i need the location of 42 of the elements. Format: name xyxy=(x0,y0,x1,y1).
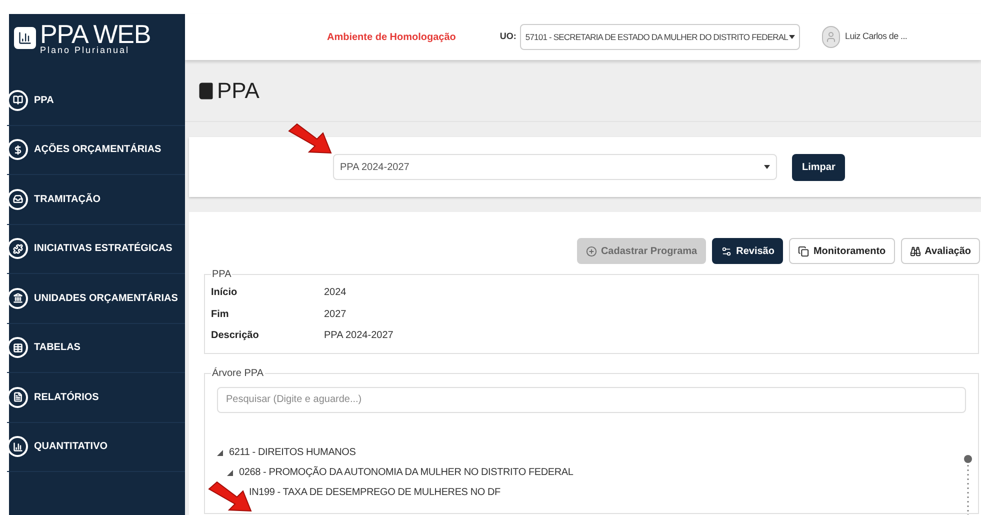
field-label: Fim xyxy=(211,308,230,322)
environment-label: Ambiente de Homologação xyxy=(327,30,456,44)
logo-subtitle: Plano Plurianual xyxy=(40,46,131,54)
user-name[interactable]: Luiz Carlos de ... xyxy=(844,30,908,44)
menu-icon xyxy=(7,139,28,160)
menu-icon xyxy=(7,188,28,210)
action-button[interactable]: Revisão xyxy=(712,238,784,264)
page-title: PPA xyxy=(217,77,260,105)
menu-icon xyxy=(7,238,28,260)
logo-icon xyxy=(14,27,36,49)
field-value: 2027 xyxy=(324,308,346,322)
field-label: Descrição xyxy=(211,329,260,344)
expand-triangle-icon[interactable] xyxy=(217,450,223,456)
copy-icon xyxy=(798,246,810,256)
binoculars-icon xyxy=(910,246,921,256)
search-field[interactable]: Pesquisar (Digite e aguarde...) xyxy=(217,386,966,412)
plus-icon xyxy=(586,246,597,256)
menu-icon xyxy=(7,386,28,408)
menu-icon xyxy=(7,288,28,309)
ppa-select[interactable]: PPA 2024-2027 xyxy=(333,154,777,180)
panel-legend: Árvore PPA xyxy=(211,366,264,380)
action-button[interactable]: Avaliação xyxy=(900,238,980,264)
uo-select[interactable]: 57101 - SECRETARIA DE ESTADO DA MULHER DO DISTRITO FEDERAL xyxy=(520,24,800,50)
dropdown-caret-icon xyxy=(788,35,795,39)
menu-icon xyxy=(7,337,28,358)
expand-triangle-icon[interactable] xyxy=(227,470,233,476)
scrollbar-drawing xyxy=(964,454,972,514)
tree-node[interactable]: 6211 - DIREITOS HUMANOS xyxy=(229,445,356,460)
menu-icon xyxy=(7,90,28,111)
tree-node[interactable]: 0268 - PROMOÇÃO DA AUTONOMIA DA MULHER NO DISTRITO FEDERAL xyxy=(239,465,574,480)
user-avatar-icon xyxy=(822,26,840,48)
clear-button[interactable]: Limpar xyxy=(792,154,846,180)
menu-icon xyxy=(7,436,28,458)
dropdown-caret-icon xyxy=(764,165,770,169)
field-label: Início xyxy=(211,286,238,300)
field-value: PPA 2024-2027 xyxy=(324,329,394,344)
uo-label: UO: xyxy=(500,30,516,44)
tree-node[interactable]: IN199 - TAXA DE DESEMPREGO DE MULHERES NO DF xyxy=(249,485,500,500)
action-button[interactable]: Monitoramento xyxy=(789,238,895,264)
field-value: 2024 xyxy=(324,286,346,300)
logo-title: PPA WEB xyxy=(40,22,151,46)
panel-legend: PPA xyxy=(211,267,232,282)
